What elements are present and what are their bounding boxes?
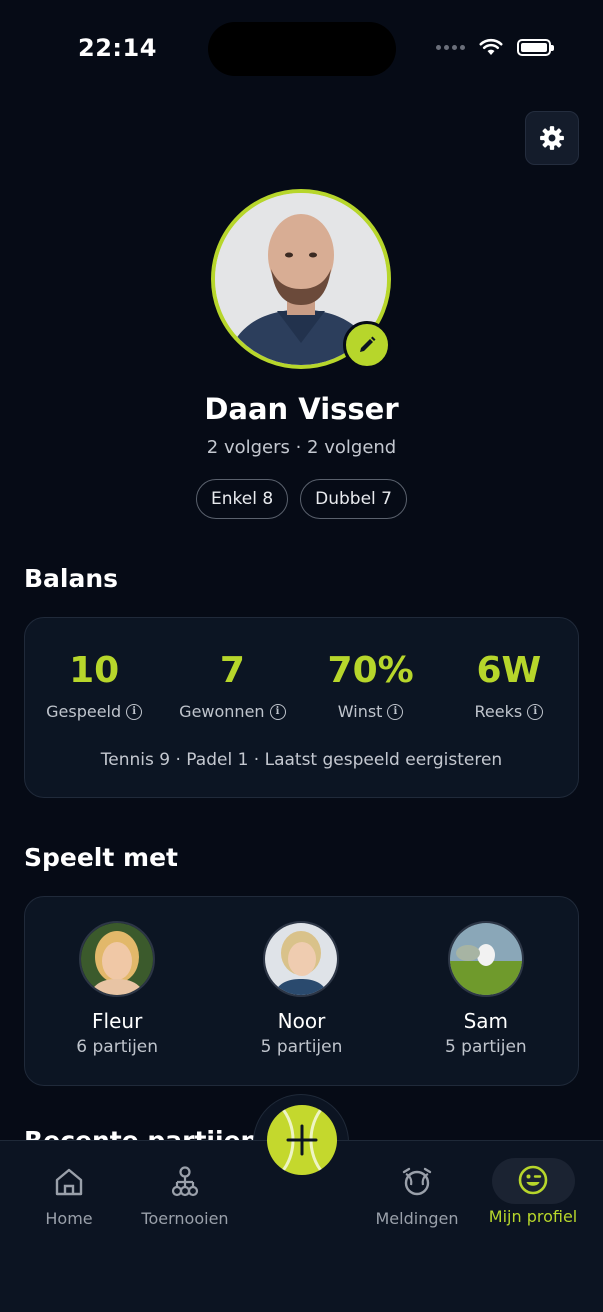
stat-label: Gespeeld (46, 702, 122, 721)
notifications-icon (402, 1167, 432, 1196)
nav-label: Toernooien (141, 1209, 229, 1228)
player-item[interactable]: Sam 5 partijen (394, 921, 578, 1057)
avatar (447, 921, 524, 997)
stats-summary: Tennis 9 · Padel 1 · Laatst gespeeld eer… (100, 750, 503, 770)
stat-value: 10 (69, 650, 120, 691)
stat-value: 6W (476, 650, 542, 691)
dynamic-island (208, 22, 396, 76)
status-time: 22:14 (78, 34, 157, 62)
settings-button[interactable] (525, 111, 579, 165)
stat-won: 7 Gewonnen i (163, 650, 301, 721)
info-icon[interactable]: i (126, 703, 143, 720)
home-icon (55, 1168, 83, 1196)
chip-single-rating[interactable]: Enkel 8 (195, 479, 289, 519)
nav-label: Home (45, 1209, 93, 1228)
stat-label: Gewonnen (179, 702, 265, 721)
avatar (79, 921, 156, 997)
plays-with-title: Speelt met (24, 843, 178, 872)
smiley-icon (518, 1165, 548, 1195)
player-item[interactable]: Noor 5 partijen (209, 921, 393, 1057)
balance-title: Balans (24, 564, 119, 593)
player-match-count: 5 partijen (260, 1037, 343, 1057)
stat-winrate: 70% Winst i (302, 650, 440, 721)
status-icons (436, 38, 554, 56)
player-name: Noor (277, 1009, 326, 1033)
follow-counts[interactable]: 2 volgers · 2 volgend (0, 437, 603, 458)
stat-played: 10 Gespeeld i (25, 650, 163, 721)
nav-label: Meldingen (375, 1209, 459, 1228)
battery-icon (517, 38, 554, 56)
nav-home[interactable]: Home (30, 1165, 108, 1228)
player-match-count: 6 partijen (76, 1037, 159, 1057)
stat-label: Reeks (474, 702, 523, 721)
gear-icon (540, 126, 564, 150)
plays-with-card: Fleur 6 partijen Noor 5 partijen Sam 5 p… (24, 896, 579, 1086)
pencil-icon (360, 336, 376, 352)
balance-card: 10 Gespeeld i 7 Gewonnen i 70% Winst i 6W R… (24, 617, 579, 798)
signal-icon (436, 44, 465, 50)
player-name: Sam (463, 1009, 509, 1033)
info-icon[interactable]: i (269, 703, 286, 720)
info-icon[interactable]: i (527, 703, 544, 720)
player-name: Fleur (92, 1009, 143, 1033)
tournament-icon (171, 1166, 199, 1197)
add-match-button[interactable] (267, 1105, 337, 1175)
avatar (263, 921, 340, 997)
profile-name: Daan Visser (204, 392, 399, 426)
profile-avatar[interactable] (211, 189, 391, 369)
plus-icon (286, 1124, 318, 1156)
stat-streak: 6W Reeks i (440, 650, 578, 721)
nav-label: Mijn profiel (488, 1207, 578, 1226)
rating-chips: Enkel 8 Dubbel 7 (0, 479, 603, 519)
nav-tournaments[interactable]: Toernooien (134, 1165, 236, 1228)
edit-avatar-button[interactable] (343, 321, 391, 369)
stat-label: Winst (337, 702, 383, 721)
stat-value: 7 (219, 650, 245, 691)
nav-notifications[interactable]: Meldingen (368, 1165, 466, 1228)
wifi-icon (479, 38, 503, 55)
chip-double-rating[interactable]: Dubbel 7 (300, 479, 407, 519)
stat-value: 70% (327, 650, 414, 691)
player-item[interactable]: Fleur 6 partijen (25, 921, 209, 1057)
player-match-count: 5 partijen (444, 1037, 527, 1057)
nav-my-profile[interactable]: Mijn profiel (483, 1163, 583, 1226)
info-icon[interactable]: i (387, 703, 404, 720)
